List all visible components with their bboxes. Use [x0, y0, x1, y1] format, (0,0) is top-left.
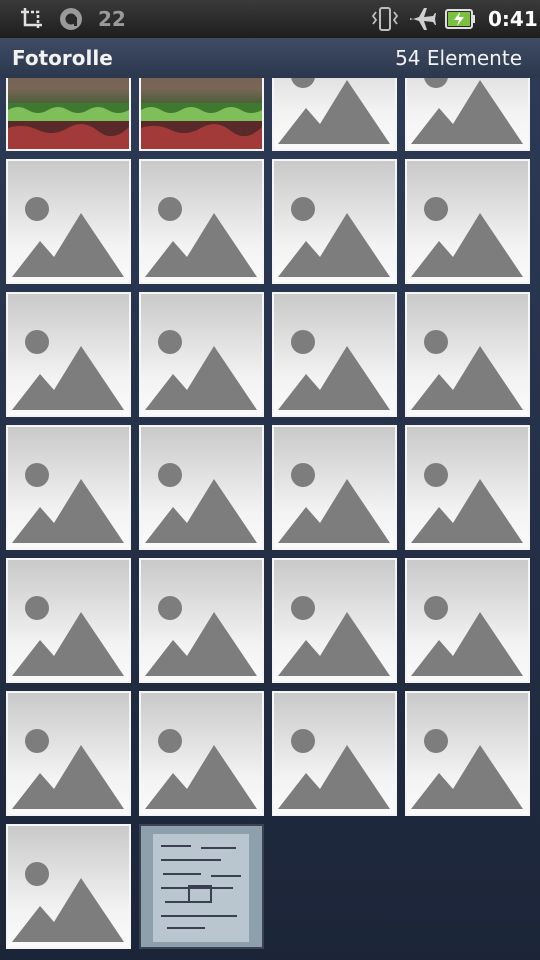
airplane-icon — [408, 0, 436, 38]
image-placeholder-thumbnail[interactable] — [405, 78, 530, 151]
play-icon — [141, 103, 262, 149]
image-placeholder-thumbnail[interactable] — [6, 292, 131, 417]
notification-count: 22 — [98, 7, 126, 31]
battery-charging-icon — [445, 0, 477, 38]
photo-grid[interactable] — [0, 78, 540, 960]
image-placeholder-thumbnail[interactable] — [405, 691, 530, 816]
image-placeholder-icon — [12, 197, 124, 277]
image-placeholder-icon — [278, 463, 390, 543]
image-placeholder-thumbnail[interactable] — [272, 78, 397, 151]
image-placeholder-thumbnail[interactable] — [139, 558, 264, 683]
image-placeholder-thumbnail[interactable] — [6, 558, 131, 683]
play-icon — [8, 103, 129, 149]
image-placeholder-icon — [411, 463, 523, 543]
image-placeholder-thumbnail[interactable] — [6, 824, 131, 949]
image-placeholder-icon — [278, 330, 390, 410]
image-placeholder-icon — [145, 463, 257, 543]
album-title: Fotorolle — [12, 46, 113, 70]
image-placeholder-icon — [278, 596, 390, 676]
status-bar: 22 0:41 — [0, 0, 540, 38]
image-placeholder-icon — [278, 729, 390, 809]
image-placeholder-icon — [12, 463, 124, 543]
image-placeholder-icon — [411, 330, 523, 410]
crop-icon — [20, 0, 44, 38]
image-placeholder-thumbnail[interactable] — [139, 425, 264, 550]
item-count: 54 Elemente — [395, 46, 522, 70]
image-placeholder-thumbnail[interactable] — [272, 558, 397, 683]
image-placeholder-icon — [278, 78, 390, 144]
image-placeholder-thumbnail[interactable] — [6, 425, 131, 550]
image-placeholder-thumbnail[interactable] — [272, 425, 397, 550]
image-placeholder-thumbnail[interactable] — [139, 292, 264, 417]
document-photo-image — [141, 826, 262, 947]
image-placeholder-thumbnail[interactable] — [272, 691, 397, 816]
image-placeholder-icon — [278, 197, 390, 277]
title-bar: Fotorolle 54 Elemente — [0, 38, 540, 79]
video-thumbnail[interactable] — [6, 78, 131, 151]
image-placeholder-thumbnail[interactable] — [272, 292, 397, 417]
photo-thumbnail[interactable] — [139, 824, 264, 949]
circle-a-icon — [58, 0, 84, 38]
image-placeholder-icon — [411, 596, 523, 676]
image-placeholder-icon — [411, 729, 523, 809]
clock-time: 0:41 — [488, 7, 538, 31]
image-placeholder-thumbnail[interactable] — [405, 292, 530, 417]
image-placeholder-icon — [145, 596, 257, 676]
image-placeholder-thumbnail[interactable] — [139, 691, 264, 816]
image-placeholder-thumbnail[interactable] — [6, 691, 131, 816]
image-placeholder-thumbnail[interactable] — [6, 159, 131, 284]
image-placeholder-icon — [411, 78, 523, 144]
image-placeholder-icon — [12, 729, 124, 809]
image-placeholder-icon — [411, 197, 523, 277]
image-placeholder-icon — [12, 862, 124, 942]
vibrate-icon — [370, 0, 400, 38]
image-placeholder-icon — [12, 330, 124, 410]
image-placeholder-icon — [145, 197, 257, 277]
image-placeholder-thumbnail[interactable] — [272, 159, 397, 284]
image-placeholder-thumbnail[interactable] — [139, 159, 264, 284]
image-placeholder-icon — [12, 596, 124, 676]
image-placeholder-icon — [145, 729, 257, 809]
image-placeholder-icon — [145, 330, 257, 410]
video-thumbnail[interactable] — [139, 78, 264, 151]
image-placeholder-thumbnail[interactable] — [405, 159, 530, 284]
image-placeholder-thumbnail[interactable] — [405, 558, 530, 683]
image-placeholder-thumbnail[interactable] — [405, 425, 530, 550]
